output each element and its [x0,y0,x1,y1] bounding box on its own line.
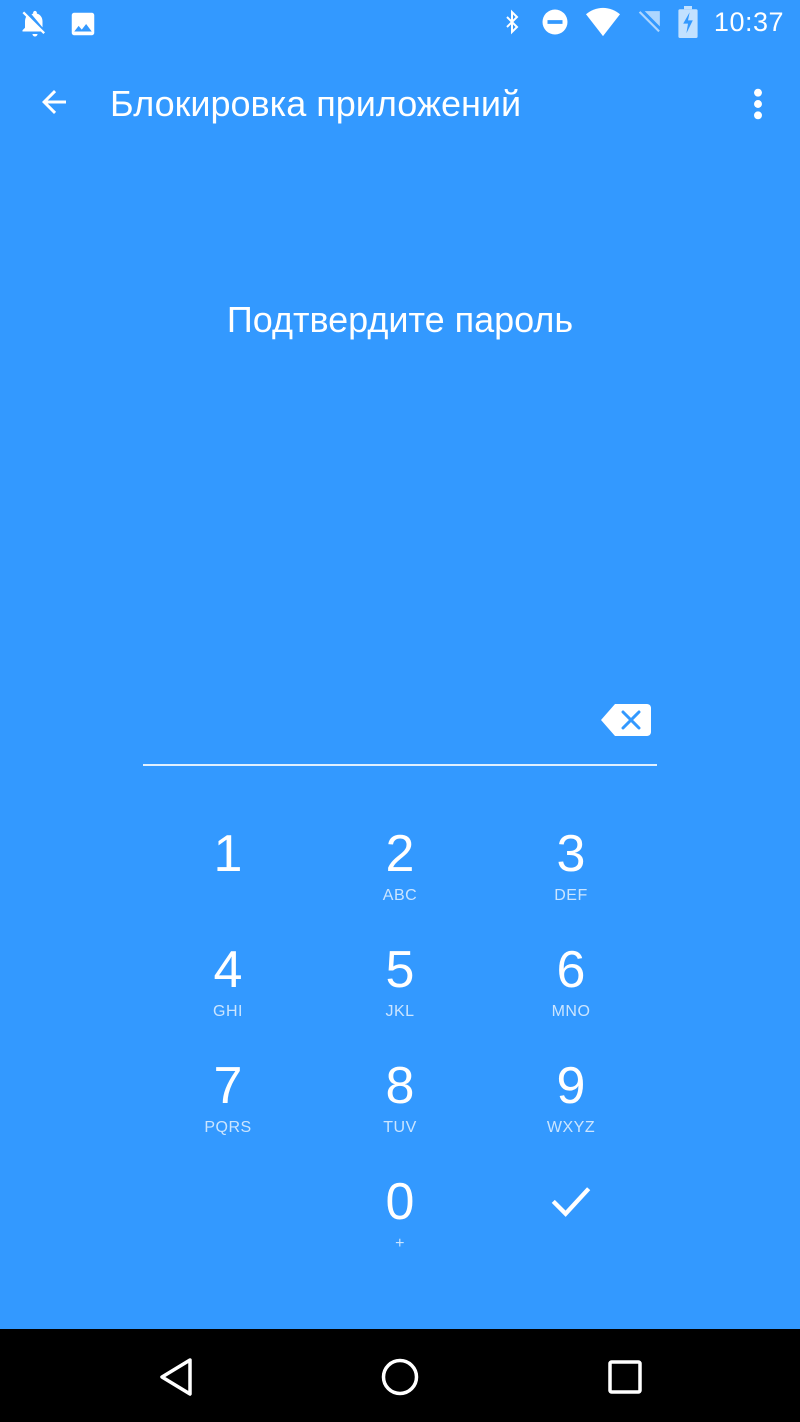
key-letters: MNO [551,1003,591,1020]
bluetooth-icon [500,6,524,38]
key-7[interactable]: 7 PQRS [158,1054,298,1158]
status-time: 10:37 [713,6,784,37]
status-bar: 10:37 [0,0,800,48]
image-icon [68,8,98,40]
backspace-icon [601,702,651,738]
notifications-off-icon [20,8,50,40]
key-digit: 8 [385,1057,415,1115]
back-button[interactable] [24,76,84,128]
no-sim-icon [636,7,662,37]
nav-back-button[interactable] [146,1347,206,1407]
key-letters: + [395,1235,405,1252]
key-5[interactable]: 5 JKL [330,938,470,1042]
key-digit: 2 [385,825,415,883]
key-3[interactable]: 3 DEF [501,822,641,926]
key-digit: 7 [213,1057,243,1115]
confirm-password-prompt: Подтвердите пароль [226,299,574,340]
key-4[interactable]: 4 GHI [158,938,298,1042]
more-options-button[interactable] [738,80,778,128]
key-6[interactable]: 6 MNO [501,938,641,1042]
key-letters: TUV [383,1119,417,1136]
backspace-button[interactable] [601,702,651,738]
check-icon [549,1184,593,1220]
do-not-disturb-icon [540,7,570,37]
key-digit: 3 [556,825,586,883]
key-digit: 4 [213,941,243,999]
page-title: Блокировка приложений [110,83,522,124]
nav-home-icon [380,1357,420,1397]
key-digit: 0 [385,1173,415,1231]
key-letters: DEF [554,887,588,904]
battery-charging-icon [678,6,698,38]
nav-recents-icon [608,1360,642,1394]
key-digit: 9 [556,1057,586,1115]
pin-underline [143,764,657,766]
key-digit: 6 [556,941,586,999]
key-8[interactable]: 8 TUV [330,1054,470,1158]
key-letters: GHI [213,1003,243,1020]
key-digit: 5 [385,941,415,999]
nav-home-button[interactable] [370,1347,430,1407]
nav-back-icon [158,1357,194,1397]
app-bar: Блокировка приложений [0,56,800,152]
key-letters: WXYZ [546,1119,596,1136]
key-letters: PQRS [204,1119,252,1136]
key-letters: JKL [385,1003,415,1020]
key-9[interactable]: 9 WXYZ [501,1054,641,1158]
nav-recents-button[interactable] [595,1347,655,1407]
pin-input[interactable] [143,690,657,766]
key-1[interactable]: 1 [158,822,298,926]
wifi-icon [585,7,620,37]
key-2[interactable]: 2 ABC [330,822,470,926]
navigation-bar [0,1329,800,1422]
key-0[interactable]: 0 + [330,1170,470,1274]
key-letters: ABC [382,887,418,904]
more-vert-icon [752,87,764,121]
arrow-back-icon [36,84,72,120]
key-digit: 1 [213,825,243,883]
confirm-button[interactable] [501,1170,641,1274]
